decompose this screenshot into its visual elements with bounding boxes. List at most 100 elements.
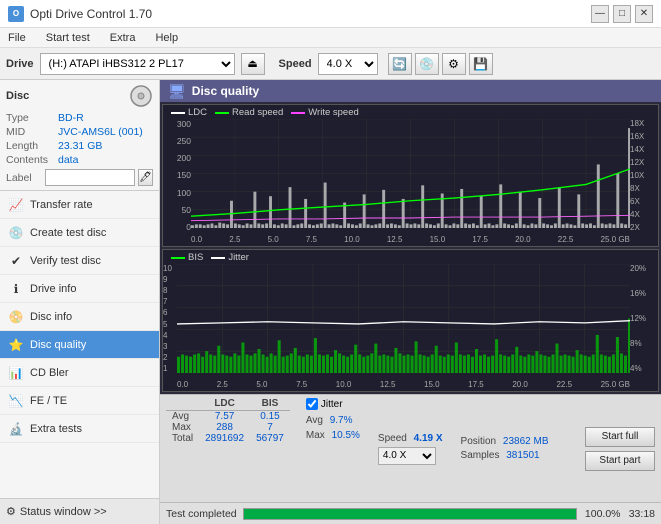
disc-label-input[interactable] <box>45 169 135 186</box>
sidebar-item-extra-tests[interactable]: 🔬 Extra tests <box>0 415 159 443</box>
drivebar: Drive (H:) ATAPI iHBS312 2 PL17 ⏏ Speed … <box>0 48 661 80</box>
legend-write-speed: Write speed <box>291 107 359 118</box>
col-empty <box>166 398 199 411</box>
max-label: Max <box>166 422 199 433</box>
start-full-button[interactable]: Start full <box>585 427 655 447</box>
speed-value: 4.19 X <box>414 433 443 444</box>
stats-row-max: Max 288 7 <box>166 422 290 433</box>
disc-info-icon: 📀 <box>8 309 24 325</box>
sidebar-item-create-test-disc[interactable]: 💿 Create test disc <box>0 219 159 247</box>
mid-value: JVC-AMS6L (001) <box>58 126 143 138</box>
disc-quality-header-icon: 🖥 <box>168 83 186 100</box>
jitter-avg-value: 9.7% <box>330 415 353 426</box>
col-bis: BIS <box>250 398 290 411</box>
disc-info-label: Disc info <box>30 311 72 323</box>
disc-quality-header: 🖥 Disc quality <box>160 80 661 102</box>
minimize-button[interactable]: — <box>591 5 609 23</box>
chart1-svg <box>191 119 630 228</box>
disc-button[interactable]: 💿 <box>415 53 439 75</box>
chart1: LDC Read speed Write speed 300 250 <box>162 104 659 247</box>
status-window-icon: ⚙ <box>6 505 16 518</box>
sidebar-item-disc-quality[interactable]: ⭐ Disc quality <box>0 331 159 359</box>
sidebar-item-transfer-rate[interactable]: 📈 Transfer rate <box>0 191 159 219</box>
read-speed-legend-color <box>215 112 229 114</box>
eject-button[interactable]: ⏏ <box>241 53 265 75</box>
menu-help[interactable]: Help <box>151 30 182 46</box>
drive-label: Drive <box>6 58 34 70</box>
legend-bis: BIS <box>171 252 203 263</box>
titlebar-controls: — □ ✕ <box>591 5 653 23</box>
verify-test-disc-label: Verify test disc <box>30 255 101 267</box>
app-title: Opti Drive Control 1.70 <box>30 7 152 21</box>
jitter-legend-color <box>211 257 225 259</box>
max-ldc: 288 <box>199 422 250 433</box>
sidebar: Disc Type BD-R MID JVC-AMS6L (001) Lengt… <box>0 80 160 524</box>
disc-panel-title: Disc <box>6 90 29 102</box>
titlebar-left: O Opti Drive Control 1.70 <box>8 6 152 22</box>
app-icon: O <box>8 6 24 22</box>
chart1-y-axis-right: 18X 16X 14X 12X 10X 8X 6X 4X 2X <box>630 119 658 232</box>
legend-ldc: LDC <box>171 107 207 118</box>
refresh-button[interactable]: 🔄 <box>388 53 412 75</box>
disc-quality-icon: ⭐ <box>8 337 24 353</box>
length-value: 23.31 GB <box>58 140 102 152</box>
save-button[interactable]: 💾 <box>469 53 493 75</box>
status-window-button[interactable]: ⚙ Status window >> <box>0 498 159 524</box>
jitter-legend-label: Jitter <box>228 252 249 263</box>
stats-row-total: Total 2891692 56797 <box>166 433 290 444</box>
titlebar: O Opti Drive Control 1.70 — □ ✕ <box>0 0 661 28</box>
legend-jitter: Jitter <box>211 252 249 263</box>
disc-mid-row: MID JVC-AMS6L (001) <box>6 126 153 138</box>
speed-select[interactable]: 4.0 X <box>318 53 378 75</box>
menu-extra[interactable]: Extra <box>106 30 140 46</box>
cd-bler-label: CD Bler <box>30 367 69 379</box>
stats-table: LDC BIS Avg 7.57 0.15 Max 288 <box>166 398 290 444</box>
disc-panel-header: Disc <box>6 84 153 108</box>
speed-label: Speed <box>378 433 407 444</box>
progress-bar-area: Test completed 100.0% 33:18 <box>160 502 661 524</box>
mid-label: MID <box>6 126 58 138</box>
sidebar-item-cd-bler[interactable]: 📊 CD Bler <box>0 359 159 387</box>
disc-type-row: Type BD-R <box>6 112 153 124</box>
progress-bar-container <box>243 508 577 520</box>
contents-value: data <box>58 154 78 166</box>
sidebar-item-verify-test-disc[interactable]: ✔ Verify test disc <box>0 247 159 275</box>
nav-items: 📈 Transfer rate 💿 Create test disc ✔ Ver… <box>0 191 159 498</box>
jitter-max-label: Max <box>306 430 325 441</box>
content-area: 🖥 Disc quality LDC Read speed <box>160 80 661 524</box>
jitter-avg-label: Avg <box>306 415 323 426</box>
position-row: Position 23862 MB <box>461 436 549 447</box>
progress-percent: 100.0% <box>583 508 623 520</box>
extra-tests-label: Extra tests <box>30 423 82 435</box>
ldc-legend-label: LDC <box>188 107 207 118</box>
avg-bis: 0.15 <box>250 411 290 423</box>
read-speed-legend-label: Read speed <box>232 107 283 118</box>
chart2-svg <box>177 264 630 373</box>
disc-label-icon-btn[interactable]: 🖊 <box>138 169 153 186</box>
jitter-checkbox[interactable] <box>306 398 318 410</box>
sidebar-item-drive-info[interactable]: ℹ Drive info <box>0 275 159 303</box>
start-part-button[interactable]: Start part <box>585 451 655 471</box>
speed-row: Speed 4.19 X <box>378 433 443 444</box>
menu-file[interactable]: File <box>4 30 30 46</box>
sidebar-item-fe-te[interactable]: 📉 FE / TE <box>0 387 159 415</box>
legend-read-speed: Read speed <box>215 107 283 118</box>
stats-table-section: LDC BIS Avg 7.57 0.15 Max 288 <box>166 398 290 499</box>
position-section: Position 23862 MB Samples 381501 <box>461 398 549 499</box>
total-label: Total <box>166 433 199 444</box>
maximize-button[interactable]: □ <box>613 5 631 23</box>
disc-panel: Disc Type BD-R MID JVC-AMS6L (001) Lengt… <box>0 80 159 191</box>
chart2-y-axis-left: 10 9 8 7 6 5 4 3 2 1 <box>163 264 175 373</box>
max-bis: 7 <box>250 422 290 433</box>
close-button[interactable]: ✕ <box>635 5 653 23</box>
action-buttons: Start full Start part <box>585 398 655 499</box>
drive-select[interactable]: (H:) ATAPI iHBS312 2 PL17 <box>40 53 235 75</box>
main-layout: Disc Type BD-R MID JVC-AMS6L (001) Lengt… <box>0 80 661 524</box>
drive-info-icon: ℹ <box>8 281 24 297</box>
speed-select-control[interactable]: 4.0 X <box>378 447 436 465</box>
settings-button[interactable]: ⚙ <box>442 53 466 75</box>
drive-info-label: Drive info <box>30 283 76 295</box>
menu-start-test[interactable]: Start test <box>42 30 94 46</box>
status-window-label: Status window >> <box>20 506 107 518</box>
sidebar-item-disc-info[interactable]: 📀 Disc info <box>0 303 159 331</box>
